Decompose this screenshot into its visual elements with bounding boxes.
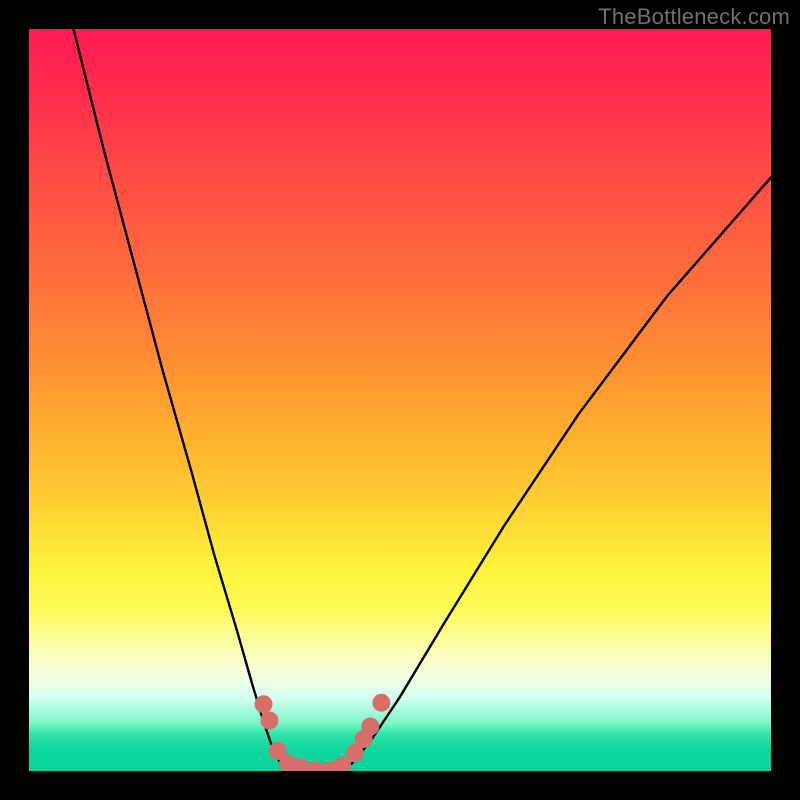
highlight-dot: [372, 694, 390, 712]
bottleneck-curve: [74, 29, 772, 771]
series-curve: [74, 29, 772, 771]
highlight-dot: [255, 695, 273, 713]
chart-svg: [29, 29, 771, 771]
highlight-dots: [255, 694, 391, 771]
highlight-dot: [361, 718, 379, 736]
watermark-text: TheBottleneck.com: [598, 4, 790, 30]
highlight-dot: [260, 712, 278, 730]
chart-plot-area: [29, 29, 771, 771]
chart-frame: TheBottleneck.com: [0, 0, 800, 800]
